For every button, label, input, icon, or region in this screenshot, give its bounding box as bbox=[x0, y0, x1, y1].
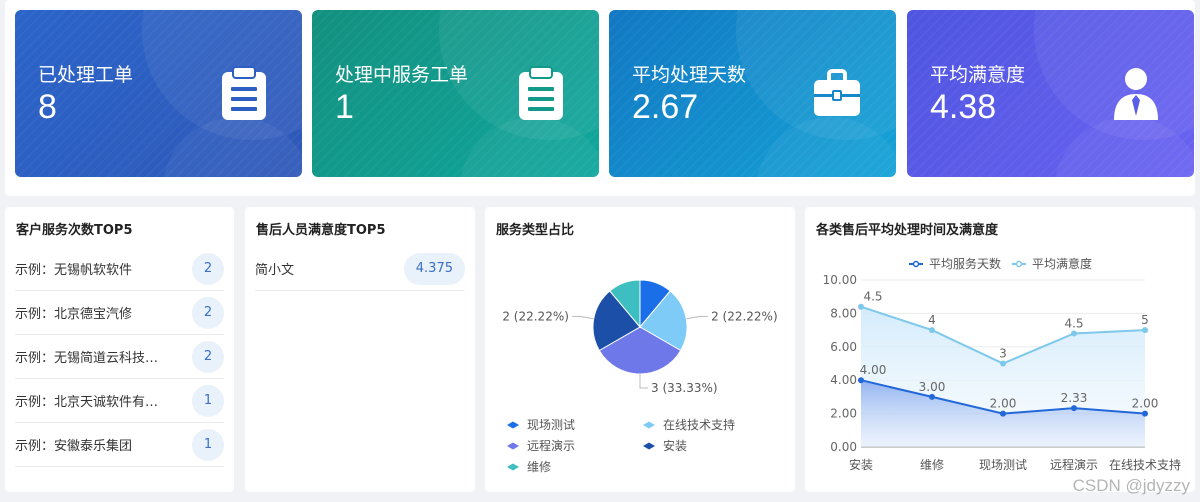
data-label: 5 bbox=[1141, 313, 1149, 327]
line-chart: 0.002.004.006.008.0010.00安装 维修 现场测试 远程演示 在线技… bbox=[823, 256, 1181, 472]
data-label: 4.5 bbox=[1064, 316, 1083, 330]
y-tick-label: 10.00 bbox=[823, 273, 857, 287]
customer-name: 示例：北京天诚软件有… bbox=[15, 395, 159, 410]
pie-leader-line bbox=[686, 315, 709, 320]
service-type-panel: 服务类型占比 2 (22.22%) 3 (33.33%) 2 (22.22%) 现场测… bbox=[485, 207, 795, 492]
y-tick-label: 2.00 bbox=[830, 407, 857, 421]
legend-marker bbox=[507, 463, 519, 471]
count-badge: 1 bbox=[192, 428, 224, 461]
panel-title: 售后人员满意度TOP5 bbox=[256, 223, 386, 238]
data-label: 4.00 bbox=[860, 363, 887, 377]
data-label: 2.00 bbox=[990, 397, 1017, 411]
data-label: 4.5 bbox=[863, 290, 882, 304]
list-item[interactable]: 示例：北京天诚软件有… 1 bbox=[15, 379, 224, 423]
list-item[interactable]: 示例：无锡帆软软件 2 bbox=[15, 247, 224, 291]
legend-label: 安装 bbox=[663, 438, 687, 453]
list-item[interactable]: 示例：无锡简道云科技… 2 bbox=[15, 335, 224, 379]
x-tick-label: 安装 bbox=[849, 457, 873, 472]
data-label: 2.00 bbox=[1132, 397, 1159, 411]
stat-card-in-progress[interactable]: 处理中服务工单 1 bbox=[312, 10, 599, 177]
stat-value: 2.67 bbox=[632, 88, 699, 126]
data-point bbox=[1000, 360, 1006, 367]
customer-name: 示例：无锡简道云科技… bbox=[15, 351, 159, 366]
pie-slice-label: 2 (22.22%) bbox=[502, 309, 569, 323]
handling-time-panel: 各类售后平均处理时间及满意度 0.00 2.00 4.00 6.00 8.00 10.00… bbox=[805, 207, 1195, 492]
customer-name: 示例：无锡帆软软件 bbox=[15, 263, 133, 278]
data-point bbox=[1142, 327, 1148, 334]
pie-leader-line bbox=[639, 374, 648, 389]
customer-list: 示例：无锡帆软软件 2 示例：北京德宝汽修 2 示例：无锡简道云科技… 2 示例… bbox=[15, 247, 224, 467]
legend-label: 远程演示 bbox=[527, 438, 575, 453]
count-badge: 2 bbox=[192, 252, 224, 285]
stat-value: 4.38 bbox=[930, 88, 997, 126]
pie-chart: 2 (22.22%) 3 (33.33%) 2 (22.22%) 现场测试 在线技术支持… bbox=[502, 279, 778, 474]
legend-marker bbox=[507, 421, 519, 429]
stat-label: 平均处理天数 bbox=[632, 64, 747, 86]
stat-label: 平均满意度 bbox=[930, 64, 1026, 86]
staff-top5-panel: 售后人员满意度TOP5 简小文 4.375 bbox=[245, 207, 475, 492]
staff-name: 简小文 bbox=[255, 263, 295, 278]
stat-card-processed[interactable]: 已处理工单 8 bbox=[15, 10, 302, 177]
y-tick-label: 4.00 bbox=[830, 373, 857, 387]
stat-card-avg-days[interactable]: 平均处理天数 2.67 bbox=[609, 10, 896, 177]
pie-slice-label: 2 (22.22%) bbox=[711, 309, 778, 323]
list-item[interactable]: 示例：安徽泰乐集团 1 bbox=[15, 423, 224, 467]
customer-name: 示例：安徽泰乐集团 bbox=[15, 439, 133, 454]
legend-label: 平均满意度 bbox=[1032, 256, 1092, 271]
stat-value: 8 bbox=[38, 88, 57, 126]
data-point bbox=[1071, 330, 1077, 337]
count-badge: 1 bbox=[192, 384, 224, 417]
clipboard-icon bbox=[519, 66, 563, 120]
data-point bbox=[929, 327, 935, 334]
y-tick-label: 6.00 bbox=[830, 340, 857, 354]
clipboard-icon bbox=[222, 66, 266, 120]
data-point bbox=[1071, 405, 1077, 412]
data-label: 2.33 bbox=[1061, 391, 1088, 405]
stat-label: 已处理工单 bbox=[38, 64, 134, 86]
panel-title: 客户服务次数TOP5 bbox=[16, 223, 133, 238]
data-point bbox=[1000, 410, 1006, 417]
y-tick-label: 0.00 bbox=[830, 440, 857, 454]
data-label: 4 bbox=[928, 313, 936, 327]
list-item[interactable]: 简小文 4.375 bbox=[255, 247, 465, 291]
y-tick-label: 8.00 bbox=[830, 306, 857, 320]
data-label: 3 bbox=[999, 347, 1007, 361]
staff-list: 简小文 4.375 bbox=[255, 247, 465, 291]
customer-name: 示例：北京德宝汽修 bbox=[15, 307, 133, 322]
legend-label: 维修 bbox=[527, 459, 551, 474]
legend-marker bbox=[643, 442, 655, 450]
count-badge: 2 bbox=[192, 340, 224, 373]
briefcase-icon bbox=[814, 69, 860, 116]
legend-label: 在线技术支持 bbox=[663, 417, 735, 432]
data-point bbox=[858, 377, 864, 384]
x-tick-label: 在线技术支持 bbox=[1109, 457, 1181, 472]
legend-marker bbox=[507, 442, 519, 450]
data-point bbox=[858, 303, 864, 310]
data-point bbox=[929, 393, 935, 400]
legend-label: 现场测试 bbox=[527, 417, 575, 432]
x-tick-label: 维修 bbox=[920, 457, 944, 472]
legend-marker bbox=[643, 421, 655, 429]
stat-card-avg-satisfaction[interactable]: 平均满意度 4.38 bbox=[907, 10, 1194, 177]
score-badge: 4.375 bbox=[403, 252, 465, 285]
pie-leader-line bbox=[571, 315, 594, 320]
data-point bbox=[1142, 410, 1148, 417]
user-icon bbox=[1114, 68, 1158, 120]
data-label: 3.00 bbox=[919, 380, 946, 394]
list-item[interactable]: 示例：北京德宝汽修 2 bbox=[15, 291, 224, 335]
x-tick-label: 现场测试 bbox=[979, 457, 1027, 472]
legend-label: 平均服务天数 bbox=[929, 256, 1001, 271]
x-tick-label: 远程演示 bbox=[1050, 457, 1098, 472]
legend-marker bbox=[1015, 260, 1023, 268]
count-badge: 2 bbox=[192, 296, 224, 329]
watermark: CSDN @jdyzzy bbox=[1072, 476, 1190, 495]
pie-slice-label: 3 (33.33%) bbox=[651, 381, 718, 395]
legend-marker bbox=[912, 260, 920, 268]
customer-top5-panel: 客户服务次数TOP5 示例：无锡帆软软件 2 示例：北京德宝汽修 2 示例：无锡… bbox=[5, 207, 234, 492]
stat-label: 处理中服务工单 bbox=[335, 64, 469, 86]
stat-value: 1 bbox=[335, 88, 354, 126]
